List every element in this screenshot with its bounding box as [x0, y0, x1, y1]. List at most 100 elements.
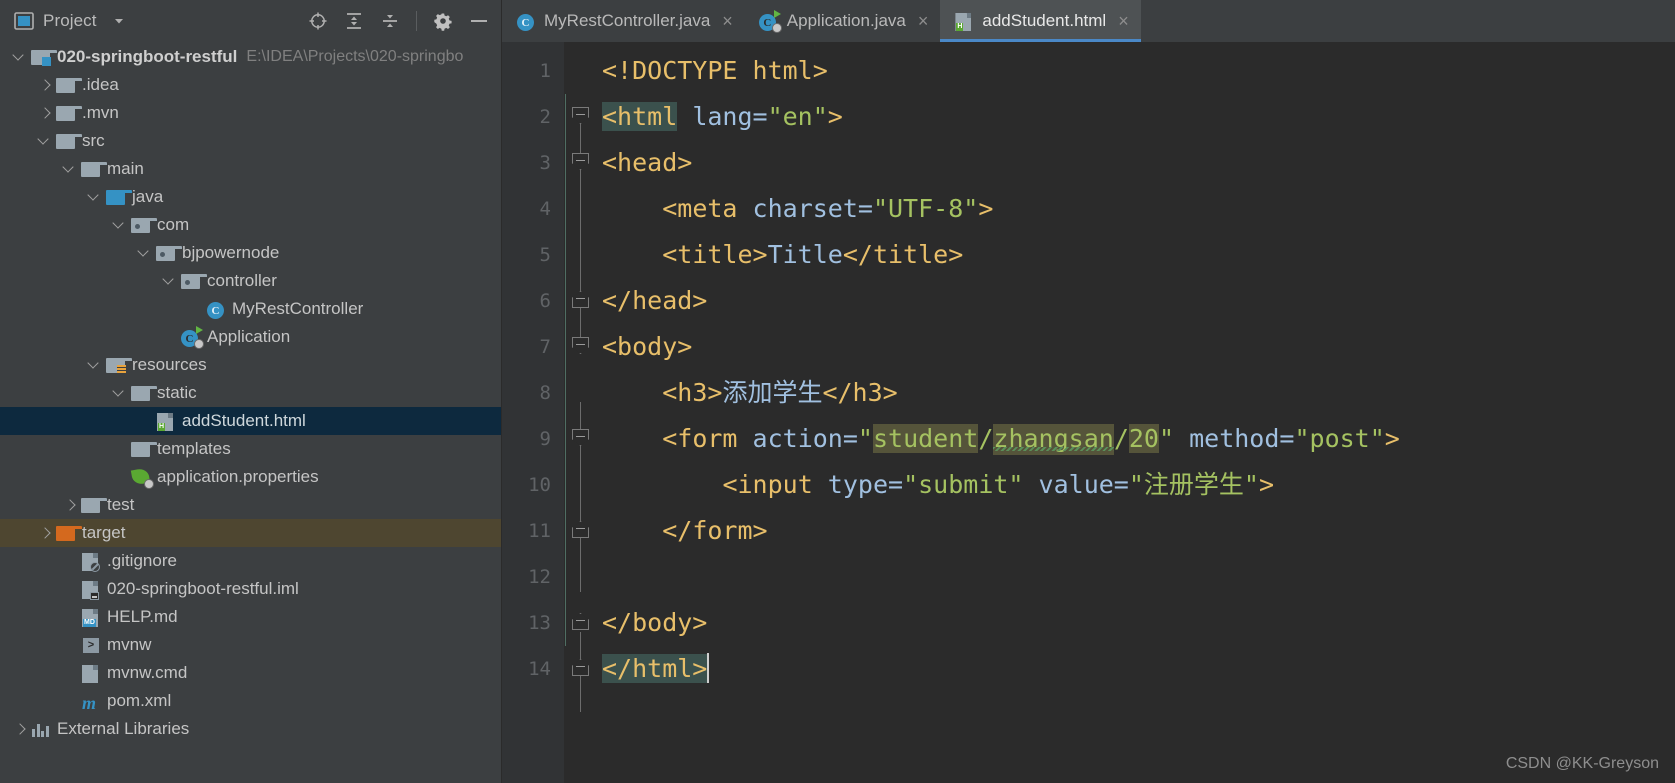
editor-tab-application-java[interactable]: C Application.java ×	[745, 0, 941, 42]
tree-row-resources[interactable]: resources	[0, 351, 501, 379]
code-line-3[interactable]: <head>	[602, 140, 1675, 186]
chevron-down-icon[interactable]	[112, 14, 126, 28]
locate-icon[interactable]	[308, 11, 328, 31]
tree-row-external-libraries[interactable]: External Libraries	[0, 715, 501, 743]
project-window-icon	[14, 12, 34, 30]
code-line-10[interactable]: <input type="submit" value="注册学生">	[602, 462, 1675, 508]
chevron-down-icon[interactable]	[12, 49, 28, 65]
tree-row-static[interactable]: static	[0, 379, 501, 407]
code-line-8[interactable]: <h3>添加学生</h3>	[602, 370, 1675, 416]
chevron-down-icon[interactable]	[62, 161, 78, 177]
code-line-5[interactable]: <title>Title</title>	[602, 232, 1675, 278]
code-line-1[interactable]: <!DOCTYPE html>	[602, 48, 1675, 94]
code-line-6[interactable]: </head>	[602, 278, 1675, 324]
tree-row-bjpowernode[interactable]: bjpowernode	[0, 239, 501, 267]
chevron-down-icon[interactable]	[162, 273, 178, 289]
tree-row-label: HELP.md	[107, 607, 178, 626]
tree-row-label: .gitignore	[107, 551, 177, 570]
chevron-right-icon[interactable]	[62, 497, 78, 513]
code-line-2[interactable]: <html lang="en">	[602, 94, 1675, 140]
tree-row-test[interactable]: test	[0, 491, 501, 519]
chevron-down-icon[interactable]	[87, 357, 103, 373]
fold-toggle-line-11[interactable]	[572, 521, 589, 538]
tree-row-target[interactable]: target	[0, 519, 501, 547]
code-token: value=	[1023, 470, 1129, 499]
fold-toggle-line-6[interactable]	[572, 291, 589, 308]
folder-icon	[56, 75, 82, 95]
gear-icon[interactable]	[433, 11, 453, 31]
code-line-4[interactable]: <meta charset="UTF-8">	[602, 186, 1675, 232]
code-text-content[interactable]: <!DOCTYPE html> <html lang="en"> <head> <m…	[602, 42, 1675, 783]
code-line-14[interactable]: </html>	[602, 646, 1675, 692]
tree-row-mvnw-cmd[interactable]: mvnw.cmd	[0, 659, 501, 687]
tree-row-020-springboot-restful-iml[interactable]: 020-springboot-restful.iml	[0, 575, 501, 603]
fold-connector-line	[580, 494, 582, 586]
tree-row-help-md[interactable]: MD HELP.md	[0, 603, 501, 631]
chevron-right-icon[interactable]	[37, 105, 53, 121]
project-title-group[interactable]: Project	[14, 11, 126, 31]
tree-row-gitignore[interactable]: .gitignore	[0, 547, 501, 575]
editor-tab-bar[interactable]: C MyRestController.java × C Application.java…	[502, 0, 1675, 42]
tree-row-application-properties[interactable]: application.properties	[0, 463, 501, 491]
code-editor[interactable]: 1 2 3 4 5 6 7 8 9 10 11 12 13 14 <!DOCTYPE html> <html…	[502, 42, 1675, 783]
tree-row-java[interactable]: java	[0, 183, 501, 211]
close-icon[interactable]: ×	[1118, 12, 1129, 30]
chevron-down-icon[interactable]	[112, 385, 128, 401]
tree-row-controller[interactable]: controller	[0, 267, 501, 295]
cmd-script-icon	[81, 663, 101, 683]
code-line-7[interactable]: <body>	[602, 324, 1675, 370]
line-number: 3	[539, 152, 551, 174]
fold-toggle-line-2[interactable]	[572, 107, 589, 124]
code-line-12[interactable]	[602, 554, 1675, 600]
minimize-icon[interactable]	[469, 11, 489, 31]
code-token: 20	[1128, 424, 1159, 453]
tree-row-020-springboot-restful[interactable]: 020-springboot-restful E:\IDEA\Projects\0…	[0, 43, 501, 71]
chevron-down-icon[interactable]	[37, 133, 53, 149]
tree-row-pom-xml[interactable]: m pom.xml	[0, 687, 501, 715]
tree-row-src[interactable]: src	[0, 127, 501, 155]
code-token: </head>	[602, 286, 708, 315]
tree-row-label: MyRestController	[232, 299, 364, 318]
code-folding-column[interactable]	[564, 42, 602, 783]
tree-row-templates[interactable]: templates	[0, 435, 501, 463]
indent-rail	[565, 94, 567, 646]
code-line-11[interactable]: </form>	[602, 508, 1675, 554]
code-token: "	[857, 424, 873, 453]
fold-toggle-line-9[interactable]	[572, 429, 589, 446]
chevron-down-icon[interactable]	[87, 189, 103, 205]
tree-row-myrestcontroller[interactable]: C MyRestController	[0, 295, 501, 323]
module-folder-icon	[31, 47, 57, 67]
chevron-down-icon[interactable]	[112, 217, 128, 233]
expand-all-icon[interactable]	[344, 11, 364, 31]
fold-toggle-line-7[interactable]	[572, 337, 589, 354]
tree-row-idea[interactable]: .idea	[0, 71, 501, 99]
tree-row-addstudent-html[interactable]: HaddStudent.html	[0, 407, 501, 435]
code-line-13[interactable]: </body>	[602, 600, 1675, 646]
fold-toggle-line-14[interactable]	[572, 659, 589, 676]
chevron-down-icon[interactable]	[137, 245, 153, 261]
project-file-tree[interactable]: 020-springboot-restful E:\IDEA\Projects\0…	[0, 42, 501, 783]
collapse-all-icon[interactable]	[380, 11, 400, 31]
fold-toggle-line-3[interactable]	[572, 153, 589, 170]
tree-row-com[interactable]: com	[0, 211, 501, 239]
line-number: 6	[539, 290, 551, 312]
tree-row-mvn[interactable]: .mvn	[0, 99, 501, 127]
editor-tab-myrestcontroller-java[interactable]: C MyRestController.java ×	[502, 0, 745, 42]
chevron-right-icon[interactable]	[37, 525, 53, 541]
tree-row-main[interactable]: main	[0, 155, 501, 183]
close-icon[interactable]: ×	[722, 12, 733, 30]
tree-row-mvnw[interactable]: > mvnw	[0, 631, 501, 659]
fold-toggle-line-13[interactable]	[572, 613, 589, 630]
chevron-right-icon[interactable]	[12, 721, 28, 737]
close-icon[interactable]: ×	[918, 12, 929, 30]
code-line-9[interactable]: <form action="student/zhangsan/20" metho…	[602, 416, 1675, 462]
tree-row-label: com	[157, 215, 190, 234]
tree-row-application[interactable]: C Application	[0, 323, 501, 351]
editor-tab-addstudent-html[interactable]: HaddStudent.html ×	[940, 0, 1142, 42]
chevron-right-icon[interactable]	[37, 77, 53, 93]
code-token: method=	[1174, 424, 1295, 453]
